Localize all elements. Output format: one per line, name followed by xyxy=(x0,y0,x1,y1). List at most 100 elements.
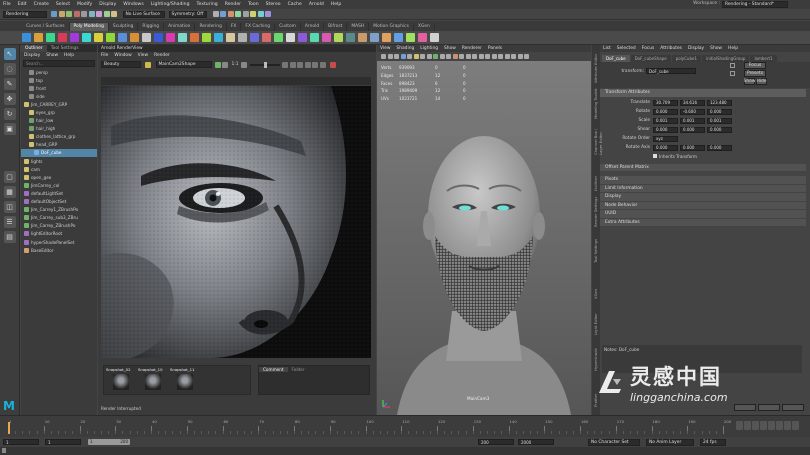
side-tab[interactable]: Attribute Editor xyxy=(593,49,598,83)
render-tool-8-icon[interactable] xyxy=(265,11,271,17)
side-tab[interactable]: Tool Settings xyxy=(593,229,598,263)
symmetry-dropdown[interactable]: Symmetry: Off xyxy=(168,10,207,18)
viewport-tool-3-icon[interactable] xyxy=(394,54,399,59)
viewport-menu-view[interactable]: View xyxy=(380,46,390,51)
menu-modify[interactable]: Modify xyxy=(77,2,92,7)
snapshot-thumb[interactable]: Snapshot_11 xyxy=(170,367,200,395)
shelf-tab-custom[interactable]: Custom xyxy=(275,23,301,31)
attr-field[interactable]: 0.000 xyxy=(653,108,678,115)
outliner-item[interactable]: Jim_Carrey_sub3_ZBru xyxy=(21,214,97,222)
play-forward-icon[interactable] xyxy=(768,421,775,430)
viewport-menu-shading[interactable]: Shading xyxy=(396,46,414,51)
hide-button[interactable]: Hide xyxy=(756,78,767,85)
shelf-tool-30-icon[interactable] xyxy=(370,33,379,42)
shelf-tool-15-icon[interactable] xyxy=(190,33,199,42)
viewport-tool-2-icon[interactable] xyxy=(387,54,393,59)
section-header[interactable]: Limit Information xyxy=(600,184,806,192)
render-tool-3-icon[interactable] xyxy=(227,11,234,17)
shelf-tab-arnold[interactable]: Arnold xyxy=(301,23,325,31)
side-tab[interactable]: Modeling Toolkit xyxy=(593,85,598,119)
workspace-dropdown[interactable]: Rendering - Standard* xyxy=(722,1,788,8)
attr-node-tab[interactable]: DoF_cube xyxy=(602,55,630,62)
viewport-tool-10-icon[interactable] xyxy=(439,54,445,59)
step-back-icon[interactable] xyxy=(736,421,743,430)
shelf-tool-1-icon[interactable] xyxy=(22,33,31,42)
render-tool-1-icon[interactable] xyxy=(212,11,219,17)
outliner-item[interactable]: hair_high xyxy=(21,125,97,133)
rotate-tool-icon[interactable]: ↻ xyxy=(3,108,16,120)
outliner-item[interactable]: persp xyxy=(21,68,97,76)
playback-start-field[interactable]: 1 xyxy=(45,439,81,445)
attr-menu-list[interactable]: List xyxy=(603,46,611,51)
menu-arnold[interactable]: Arnold xyxy=(309,2,324,7)
shelf-tool-31-icon[interactable] xyxy=(382,33,391,42)
menu-lightingshading[interactable]: Lighting/Shading xyxy=(151,2,190,7)
shelf-tool-34-icon[interactable] xyxy=(418,33,427,42)
viewport-tool-17-icon[interactable] xyxy=(485,54,490,59)
tab-folder[interactable]: Folder xyxy=(288,367,309,372)
shelf-tool-20-icon[interactable] xyxy=(250,33,259,42)
shelf-tab-rigging[interactable]: Rigging xyxy=(138,23,165,31)
shelf-tool-26-icon[interactable] xyxy=(322,33,331,42)
side-tab[interactable]: Outliner xyxy=(593,157,598,191)
outliner-item[interactable]: head_GRP xyxy=(21,141,97,149)
anim-layer-dropdown[interactable]: No Anim Layer xyxy=(646,438,694,446)
settings-icon[interactable] xyxy=(319,61,326,68)
viewport-menu-show[interactable]: Show xyxy=(444,46,456,51)
shelf-tool-17-icon[interactable] xyxy=(214,33,223,42)
viewport-tool-14-icon[interactable] xyxy=(465,54,471,59)
outliner-item[interactable]: defaultObjectSet xyxy=(21,198,97,206)
current-time-marker[interactable] xyxy=(8,422,10,434)
tab-outliner[interactable]: Outliner xyxy=(21,45,47,52)
presets-button[interactable]: Presets xyxy=(744,70,766,77)
attr-field[interactable]: 0.000 xyxy=(707,108,732,115)
exposure-slider[interactable] xyxy=(250,61,281,68)
status-tool-1-icon[interactable] xyxy=(51,11,57,17)
snapshot-thumb[interactable]: Snapshot_02 xyxy=(106,367,136,395)
shelf-tool-22-icon[interactable] xyxy=(274,33,283,42)
lock-icon[interactable] xyxy=(297,61,304,68)
next-key-icon[interactable] xyxy=(784,421,791,430)
render-play-icon[interactable] xyxy=(214,61,221,68)
layout-outliner-icon[interactable]: ☰ xyxy=(3,216,16,228)
crop-icon[interactable] xyxy=(222,61,228,68)
outliner-menu-help[interactable]: Help xyxy=(64,53,74,58)
fps-dropdown[interactable]: 24 fps xyxy=(700,438,726,446)
viewport-tool-12-icon[interactable] xyxy=(452,54,458,59)
shelf-tool-32-icon[interactable] xyxy=(394,33,403,42)
render-tool-4-icon[interactable] xyxy=(235,11,241,17)
viewport-tool-9-icon[interactable] xyxy=(433,54,438,59)
viewport-menu-lighting[interactable]: Lighting xyxy=(420,46,438,51)
menu-set-dropdown[interactable]: Rendering xyxy=(3,10,47,18)
attr-menu-show[interactable]: Show xyxy=(710,46,722,51)
viewport-tool-4-icon[interactable] xyxy=(400,54,406,59)
stop-render-icon[interactable] xyxy=(330,61,337,68)
attr-field[interactable]: 0.001 xyxy=(653,117,678,124)
exposure-icon[interactable] xyxy=(240,61,247,68)
outliner-search-input[interactable]: Search... xyxy=(23,60,95,67)
viewport-tool-23-icon[interactable] xyxy=(524,54,529,59)
attr-field[interactable]: 0.000 xyxy=(680,126,705,133)
viewport-tool-13-icon[interactable] xyxy=(459,54,464,59)
tab-comment[interactable]: Comment xyxy=(259,367,288,372)
shelf-tool-9-icon[interactable] xyxy=(118,33,127,42)
section-header[interactable]: Offset Parent Matrix xyxy=(600,163,806,171)
shelf-tab-fx[interactable]: FX xyxy=(227,23,242,31)
shelf-tab-motiongraphics[interactable]: Motion Graphics xyxy=(369,23,414,31)
outliner-item[interactable]: lights xyxy=(21,157,97,165)
section-header[interactable]: Node Behavior xyxy=(600,201,806,209)
viewport-3d[interactable]: View Shading Lighting Show Renderer Panels xyxy=(377,45,591,415)
snapshot-thumb[interactable]: Snapshot_10 xyxy=(138,367,168,395)
layout-two-icon[interactable]: ◫ xyxy=(3,201,16,213)
lasso-tool-icon[interactable]: ◌ xyxy=(3,63,16,75)
shelf-tool-6-icon[interactable] xyxy=(82,33,91,42)
viewport-tool-5-icon[interactable] xyxy=(407,54,412,59)
attr-field[interactable]: 0.000 xyxy=(653,144,678,151)
command-line[interactable] xyxy=(0,447,810,455)
viewport-tool-15-icon[interactable] xyxy=(472,54,477,59)
camera-dropdown[interactable]: MainCam2Shape xyxy=(155,61,212,68)
shelf-tool-13-icon[interactable] xyxy=(166,33,175,42)
status-tool-2-icon[interactable] xyxy=(58,11,65,17)
menu-select[interactable]: Select xyxy=(56,2,70,7)
scale-tool-icon[interactable]: ▣ xyxy=(3,123,16,135)
